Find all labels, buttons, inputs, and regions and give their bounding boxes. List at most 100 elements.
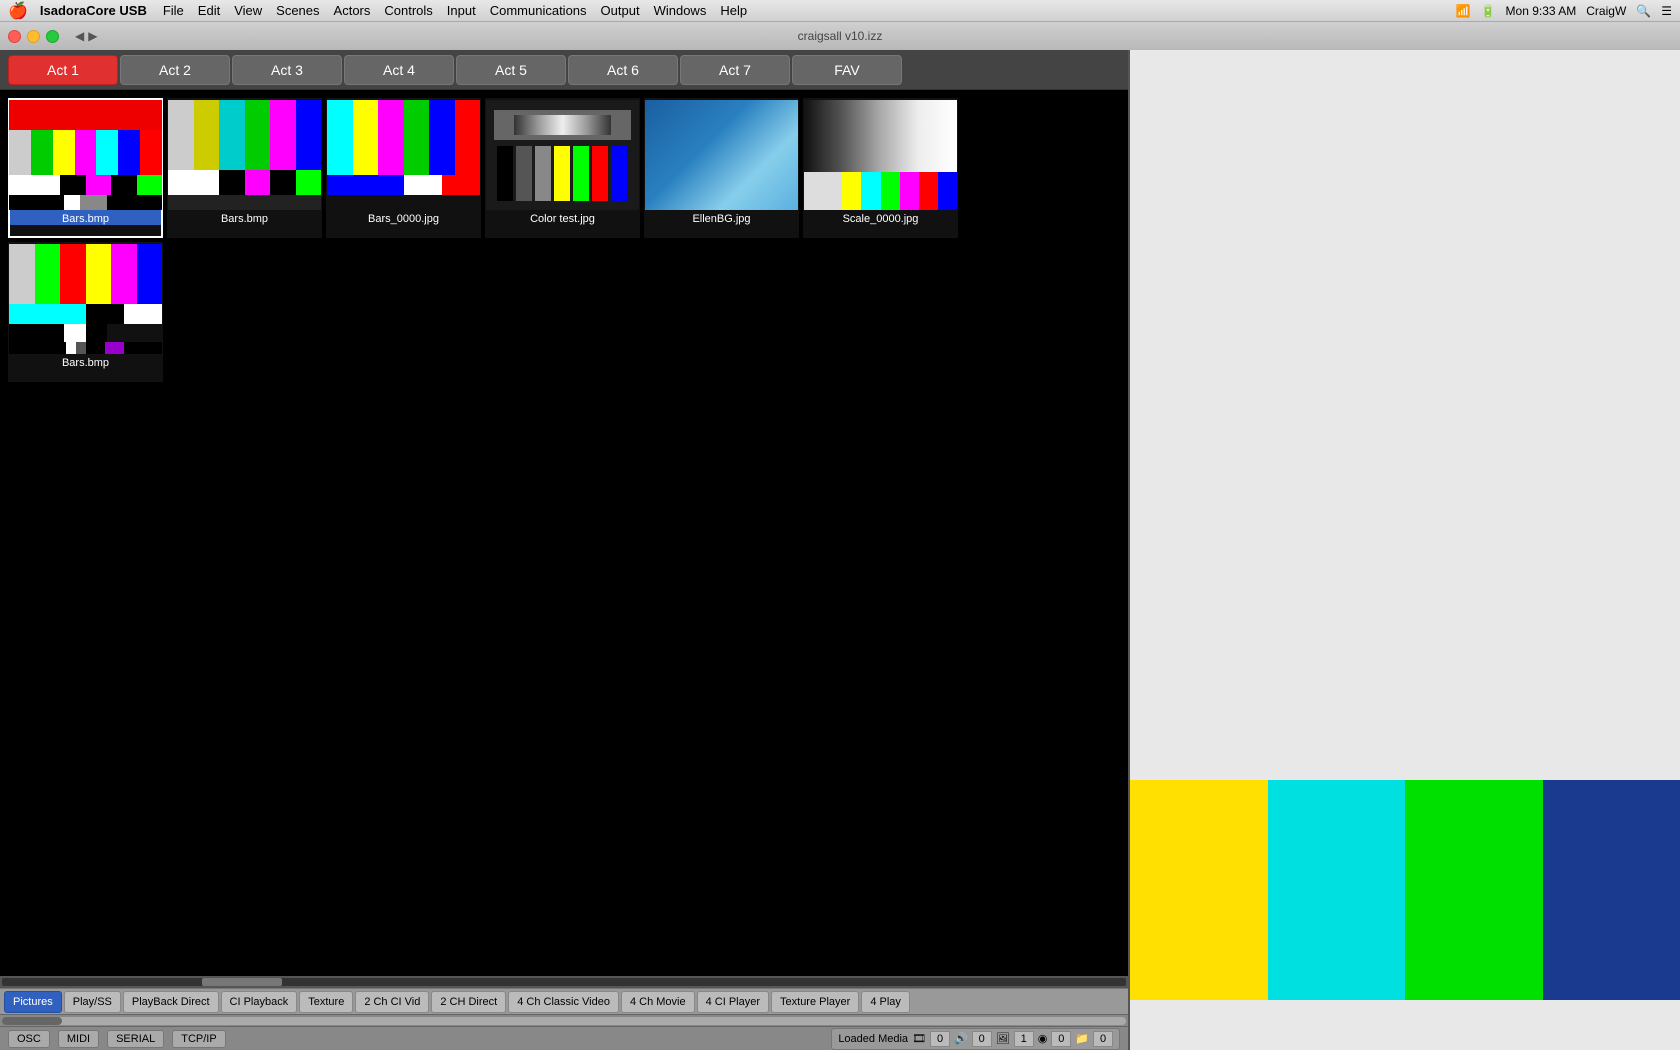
menu-edit[interactable]: Edit	[198, 3, 220, 18]
traffic-lights	[8, 30, 59, 43]
back-icon[interactable]: ◀	[75, 29, 84, 43]
media-scrollbar[interactable]	[0, 976, 1128, 988]
act-tab-fav[interactable]: FAV	[792, 55, 902, 85]
media-label-ellenbg: EllenBG.jpg	[646, 210, 797, 225]
media-item-ellenbg[interactable]: EllenBG.jpg	[644, 98, 799, 238]
left-panel: Act 1 Act 2 Act 3 Act 4 Act 5 Act 6 Act …	[0, 50, 1130, 1050]
right-panel	[1130, 50, 1680, 1050]
act-tab-5[interactable]: Act 5	[456, 55, 566, 85]
media-icon-sound: 🔊	[954, 1032, 968, 1045]
tab-ci-playback[interactable]: CI Playback	[221, 991, 298, 1013]
media-label-scale: Scale_0000.jpg	[805, 210, 956, 225]
menu-actors[interactable]: Actors	[334, 3, 371, 18]
media-scrollbar-track	[2, 978, 1126, 986]
tab-playback-direct[interactable]: PlayBack Direct	[123, 991, 219, 1013]
right-content	[1130, 50, 1680, 1050]
minimize-button[interactable]	[27, 30, 40, 43]
media-item-bars3[interactable]: Bars_0000.jpg	[326, 98, 481, 238]
tab-4ciplayer[interactable]: 4 CI Player	[697, 991, 769, 1013]
media-scrollbar-thumb[interactable]	[202, 978, 282, 986]
media-icon-other: 📁	[1075, 1032, 1089, 1045]
media-label-colortest: Color test.jpg	[487, 210, 638, 225]
media-item-scale[interactable]: Scale_0000.jpg	[803, 98, 958, 238]
tab-4chclassic[interactable]: 4 Ch Classic Video	[508, 991, 619, 1013]
forward-icon[interactable]: ▶	[88, 29, 97, 43]
media-count-3: 0	[1051, 1031, 1071, 1047]
menu-communications[interactable]: Communications	[490, 3, 587, 18]
media-count-0: 0	[930, 1031, 950, 1047]
media-label-bars3: Bars_0000.jpg	[328, 210, 479, 225]
titlebar: ◀ ▶ craigsall v10.izz	[0, 22, 1680, 50]
bar-green	[1405, 780, 1543, 1000]
media-thumb-ellenbg	[645, 100, 798, 210]
tab-texture[interactable]: Texture	[299, 991, 353, 1013]
menu-input[interactable]: Input	[447, 3, 476, 18]
bottom-scrollbar-thumb[interactable]	[2, 1017, 62, 1025]
media-count-4: 0	[1093, 1031, 1113, 1047]
menu-controls[interactable]: Controls	[384, 3, 432, 18]
menu-output[interactable]: Output	[601, 3, 640, 18]
apple-menu[interactable]: 🍎	[8, 1, 28, 21]
serial-button[interactable]: SERIAL	[107, 1030, 164, 1048]
media-row-1: Bars.bmp	[8, 98, 1120, 238]
tab-4play[interactable]: 4 Play	[861, 991, 910, 1013]
main-container: Act 1 Act 2 Act 3 Act 4 Act 5 Act 6 Act …	[0, 50, 1680, 1050]
search-icon[interactable]: 🔍	[1636, 4, 1651, 18]
media-thumb-colortest	[486, 100, 639, 210]
bottom-scrollbar[interactable]	[0, 1014, 1128, 1026]
media-item-bars2[interactable]: Bars.bmp	[167, 98, 322, 238]
media-thumb-bars3	[327, 100, 480, 210]
menubar: 🍎 IsadoraCore USB File Edit View Scenes …	[0, 0, 1680, 22]
tab-2chcivid[interactable]: 2 Ch CI Vid	[355, 991, 429, 1013]
maximize-button[interactable]	[46, 30, 59, 43]
right-color-bars	[1130, 680, 1680, 1000]
act-tab-2[interactable]: Act 2	[120, 55, 230, 85]
act-tab-7[interactable]: Act 7	[680, 55, 790, 85]
menu-view[interactable]: View	[234, 3, 262, 18]
main-window: ◀ ▶ craigsall v10.izz Act 1 Act 2 Act 3 …	[0, 22, 1680, 1050]
media-count-1: 0	[972, 1031, 992, 1047]
act-tab-3[interactable]: Act 3	[232, 55, 342, 85]
tab-playss[interactable]: Play/SS	[64, 991, 121, 1013]
right-bars-visual	[1130, 780, 1680, 1000]
menu-scenes[interactable]: Scenes	[276, 3, 319, 18]
menu-icon[interactable]: ☰	[1661, 4, 1672, 18]
app-name[interactable]: IsadoraCore USB	[40, 3, 147, 18]
media-thumb-bars4	[9, 244, 162, 354]
tab-4chmovie[interactable]: 4 Ch Movie	[621, 991, 695, 1013]
tab-2chdirect[interactable]: 2 CH Direct	[431, 991, 506, 1013]
media-icon-image: 🖼	[996, 1032, 1010, 1045]
menu-file[interactable]: File	[163, 3, 184, 18]
media-count-2: 1	[1014, 1031, 1034, 1047]
media-item-bars4[interactable]: Bars.bmp	[8, 242, 163, 382]
bar-yellow	[1130, 780, 1268, 1000]
midi-button[interactable]: MIDI	[58, 1030, 99, 1048]
media-thumb-bars2	[168, 100, 321, 210]
media-row-2: Bars.bmp	[8, 242, 1120, 382]
menu-windows[interactable]: Windows	[654, 3, 707, 18]
act-tab-4[interactable]: Act 4	[344, 55, 454, 85]
username: CraigW	[1586, 4, 1626, 18]
media-item-colortest[interactable]: Color test.jpg	[485, 98, 640, 238]
media-icon-film: 🎞	[912, 1032, 926, 1045]
media-item-bars1[interactable]: Bars.bmp	[8, 98, 163, 238]
tab-pictures[interactable]: Pictures	[4, 991, 62, 1013]
menubar-right: 📶 🔋 Mon 9:33 AM CraigW 🔍 ☰	[1456, 4, 1672, 18]
act-tab-1[interactable]: Act 1	[8, 55, 118, 85]
bottom-tabs: Pictures Play/SS PlayBack Direct CI Play…	[0, 988, 1128, 1014]
media-label-bars4: Bars.bmp	[10, 354, 161, 369]
window-toolbar-icons: ◀ ▶	[75, 29, 97, 43]
close-button[interactable]	[8, 30, 21, 43]
media-grid: Bars.bmp	[0, 90, 1128, 976]
tcpip-button[interactable]: TCP/IP	[172, 1030, 225, 1048]
act-tab-6[interactable]: Act 6	[568, 55, 678, 85]
battery-icon: 🔋	[1481, 4, 1496, 18]
acts-bar: Act 1 Act 2 Act 3 Act 4 Act 5 Act 6 Act …	[0, 50, 1128, 90]
bar-cyan	[1268, 780, 1406, 1000]
tab-textureplayer[interactable]: Texture Player	[771, 991, 859, 1013]
menu-help[interactable]: Help	[720, 3, 747, 18]
loaded-media-status: Loaded Media 🎞 0 🔊 0 🖼 1 ◉ 0 📁 0	[831, 1028, 1120, 1050]
loaded-media-label: Loaded Media	[838, 1033, 908, 1045]
osc-button[interactable]: OSC	[8, 1030, 50, 1048]
media-label-bars2: Bars.bmp	[169, 210, 320, 225]
